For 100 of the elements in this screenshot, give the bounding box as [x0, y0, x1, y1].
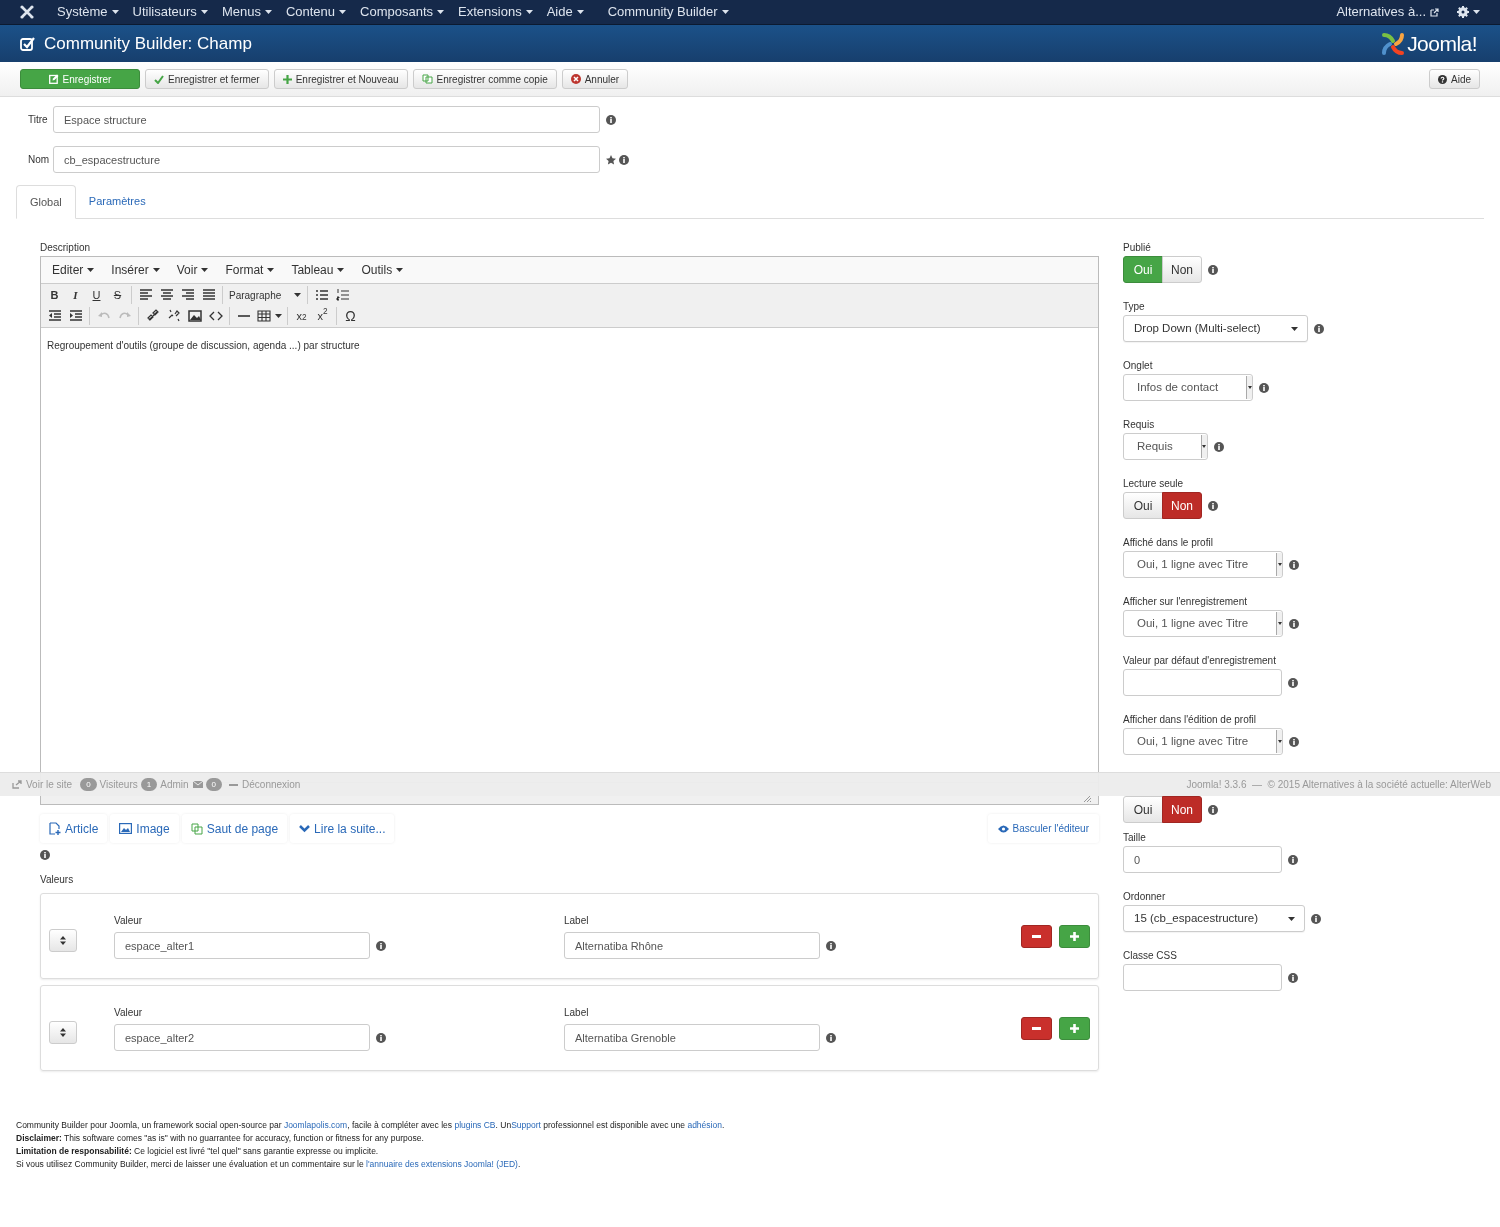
editor-menu[interactable]: Format: [219, 261, 281, 279]
caret-icon: [264, 10, 272, 14]
select-dropdown[interactable]: Infos de contact: [1123, 374, 1254, 401]
select-dropdown[interactable]: 15 (cb_espacestructure): [1123, 905, 1305, 932]
text-input[interactable]: [1123, 964, 1282, 991]
eye-icon: [997, 824, 1009, 833]
footer-link[interactable]: Support: [511, 1120, 541, 1130]
format-button[interactable]: I: [65, 285, 86, 305]
text-input[interactable]: espace_alter2: [114, 1024, 370, 1051]
format-button[interactable]: U: [86, 285, 107, 305]
sort-icon: [60, 1027, 66, 1037]
text-input[interactable]: Alternatiba Rhône: [564, 932, 820, 959]
menu-item[interactable]: Système: [50, 2, 126, 22]
footer-text: Limitation de responsabilité: Ce logiciel est livré "tel quel" sans garantie expresse ou implicite.: [16, 1145, 380, 1158]
select-dropdown[interactable]: Requis: [1123, 433, 1208, 460]
site-link[interactable]: Alternatives à...: [1336, 2, 1439, 22]
editor-menu[interactable]: Tableau: [285, 261, 351, 279]
field-label: Type: [1123, 300, 1146, 314]
justify-icon: [201, 288, 216, 302]
menu-item[interactable]: Utilisateurs: [125, 2, 215, 22]
menu-item[interactable]: Extensions: [451, 2, 540, 22]
numlist-icon: [335, 288, 350, 302]
caret-icon: [1202, 445, 1207, 448]
menu-item[interactable]: Composants: [353, 2, 452, 22]
info-icon: [376, 1032, 386, 1043]
table-icon: [256, 309, 271, 323]
align-center-icon: [159, 288, 174, 302]
editor-menu[interactable]: Editer: [46, 261, 101, 279]
tab[interactable]: Paramètres: [75, 185, 159, 218]
tab[interactable]: Global: [16, 185, 76, 219]
format-button[interactable]: x$^{2}$: [312, 306, 333, 326]
text-input[interactable]: [1123, 669, 1282, 696]
help-button[interactable]: Aide: [1429, 69, 1480, 89]
toggle-option[interactable]: Oui: [1123, 492, 1163, 519]
editor-menu[interactable]: Voir: [170, 261, 215, 279]
toggle-option[interactable]: Non: [1162, 796, 1202, 823]
field-label: Ordonner: [1123, 890, 1167, 904]
editor-button[interactable]: Image: [110, 814, 179, 843]
editor-button[interactable]: Lire la suite...: [290, 814, 395, 843]
caret-icon: [1277, 740, 1282, 743]
add-button[interactable]: [1059, 924, 1090, 948]
format-dropdown[interactable]: Paragraphe: [226, 285, 304, 305]
menu-item[interactable]: Community Builder: [600, 2, 736, 22]
menu-item[interactable]: Aide: [539, 2, 591, 22]
editor-button[interactable]: Saut de page: [181, 814, 288, 843]
select-dropdown[interactable]: Oui, 1 ligne avec Titre: [1123, 610, 1284, 637]
bullist-icon: [314, 288, 329, 302]
remove-button[interactable]: [1021, 1016, 1052, 1040]
footer-link[interactable]: plugins CB: [454, 1120, 496, 1130]
caret-icon: [1277, 622, 1282, 625]
footer-text: Disclaimer: This software comes "as is" with no guarrantee for accuracy, function or fitness for any purpose.: [16, 1132, 425, 1145]
toggle-option[interactable]: Non: [1162, 256, 1202, 283]
plus-icon: [1070, 1023, 1079, 1033]
sort-handle[interactable]: [49, 928, 77, 952]
toolbar-button[interactable]: Enregistrer et fermer: [145, 69, 269, 89]
format-button[interactable]: Ω: [340, 306, 361, 326]
select-dropdown[interactable]: Oui, 1 ligne avec Titre: [1123, 728, 1284, 755]
settings-button[interactable]: [1457, 6, 1480, 18]
caret-icon: [1290, 326, 1298, 331]
text-input[interactable]: cb_espacestructure: [53, 146, 600, 173]
footer-link[interactable]: adhésion: [687, 1120, 722, 1130]
external-link-icon: [1430, 7, 1439, 17]
text-input[interactable]: Alternatiba Grenoble: [564, 1024, 820, 1051]
remove-button[interactable]: [1021, 924, 1052, 948]
text-input[interactable]: Espace structure: [53, 106, 600, 133]
add-button[interactable]: [1059, 1016, 1090, 1040]
caret-icon: [294, 293, 301, 297]
toggle-editor-button[interactable]: Basculer l'éditeur: [987, 814, 1099, 843]
field-label: Onglet: [1123, 359, 1154, 373]
format-button[interactable]: x$_{2}$: [291, 306, 312, 326]
field-label: Valeurs: [40, 873, 75, 887]
editor-menu[interactable]: Insérer: [105, 261, 166, 279]
format-button[interactable]: B: [44, 285, 65, 305]
page-title: Community Builder: Champ: [44, 32, 252, 55]
copy-icon: [421, 74, 433, 84]
toolbar-button[interactable]: Annuler: [561, 69, 629, 89]
caret-icon: [111, 10, 119, 14]
menu-item[interactable]: Menus: [214, 2, 279, 22]
field-label: Lecture seule: [1123, 477, 1185, 491]
text-input[interactable]: 0: [1123, 846, 1282, 873]
field-label: Afficher sur l'enregistrement: [1123, 595, 1248, 609]
field-label: Requis: [1123, 418, 1156, 432]
info-icon: [606, 114, 616, 125]
mail-icon: [192, 781, 203, 788]
footer-link[interactable]: l'annuaire des extensions Joomla! (JED): [366, 1159, 518, 1169]
toolbar-button[interactable]: Enregistrer et Nouveau: [273, 69, 408, 89]
toggle-option[interactable]: Non: [1162, 492, 1202, 519]
format-button[interactable]: S: [107, 285, 128, 305]
toggle-option[interactable]: Oui: [1123, 796, 1163, 823]
select-dropdown[interactable]: Oui, 1 ligne avec Titre: [1123, 551, 1284, 578]
caret-icon: [721, 10, 729, 14]
menu-item[interactable]: Contenu: [278, 2, 354, 22]
sort-handle[interactable]: [49, 1020, 77, 1044]
select-dropdown[interactable]: Drop Down (Multi-select): [1123, 315, 1308, 342]
editor-menu[interactable]: Outils: [355, 261, 410, 279]
text-input[interactable]: espace_alter1: [114, 932, 370, 959]
outdent-icon: [47, 309, 62, 323]
align-left-icon: [138, 288, 153, 302]
toolbar-button[interactable]: Enregistrer comme copie: [412, 69, 557, 89]
editor-button[interactable]: Article: [40, 814, 108, 843]
